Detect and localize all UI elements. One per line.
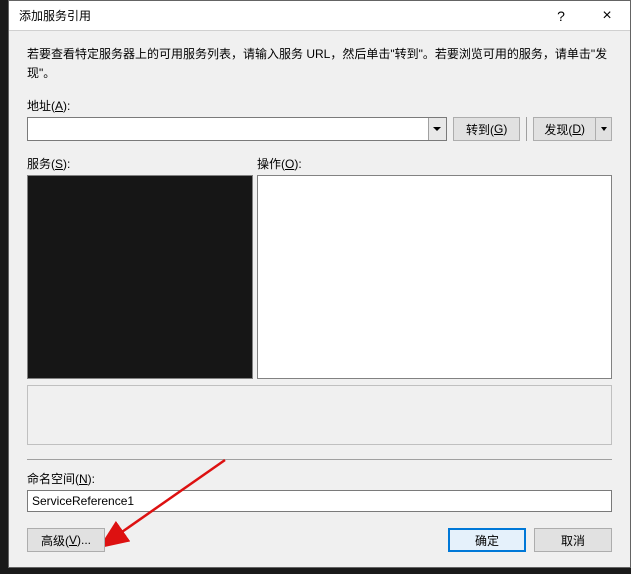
button-divider bbox=[526, 117, 527, 141]
namespace-input[interactable] bbox=[27, 490, 612, 512]
status-area bbox=[27, 385, 612, 445]
address-combobox[interactable] bbox=[27, 117, 447, 141]
instruction-text: 若要查看特定服务器上的可用服务列表，请输入服务 URL，然后单击"转到"。若要浏… bbox=[27, 45, 612, 83]
address-dropdown-button[interactable] bbox=[428, 118, 446, 140]
services-label: 服务(S): bbox=[27, 155, 253, 172]
services-list[interactable] bbox=[27, 175, 253, 379]
namespace-label: 命名空间(N): bbox=[27, 470, 612, 487]
add-service-reference-dialog: 添加服务引用 ? × 若要查看特定服务器上的可用服务列表，请输入服务 URL，然… bbox=[8, 0, 631, 568]
close-button[interactable]: × bbox=[584, 1, 630, 31]
titlebar: 添加服务引用 ? × bbox=[9, 1, 630, 31]
operations-label: 操作(O): bbox=[257, 155, 612, 172]
help-button[interactable]: ? bbox=[538, 1, 584, 31]
dialog-title: 添加服务引用 bbox=[19, 7, 538, 24]
operations-list[interactable] bbox=[257, 175, 612, 379]
discover-dropdown-arrow[interactable] bbox=[596, 117, 612, 141]
address-input[interactable] bbox=[28, 118, 428, 140]
discover-split-button[interactable]: 发现(D) bbox=[533, 117, 612, 141]
ok-button[interactable]: 确定 bbox=[448, 528, 526, 552]
dialog-content: 若要查看特定服务器上的可用服务列表，请输入服务 URL，然后单击"转到"。若要浏… bbox=[9, 31, 630, 567]
separator bbox=[27, 459, 612, 460]
advanced-button[interactable]: 高级(V)... bbox=[27, 528, 105, 552]
dialog-footer: 高级(V)... 确定 取消 bbox=[27, 528, 612, 566]
address-label: 地址(A): bbox=[27, 97, 612, 114]
cancel-button[interactable]: 取消 bbox=[534, 528, 612, 552]
go-button[interactable]: 转到(G) bbox=[453, 117, 520, 141]
discover-button[interactable]: 发现(D) bbox=[533, 117, 596, 141]
